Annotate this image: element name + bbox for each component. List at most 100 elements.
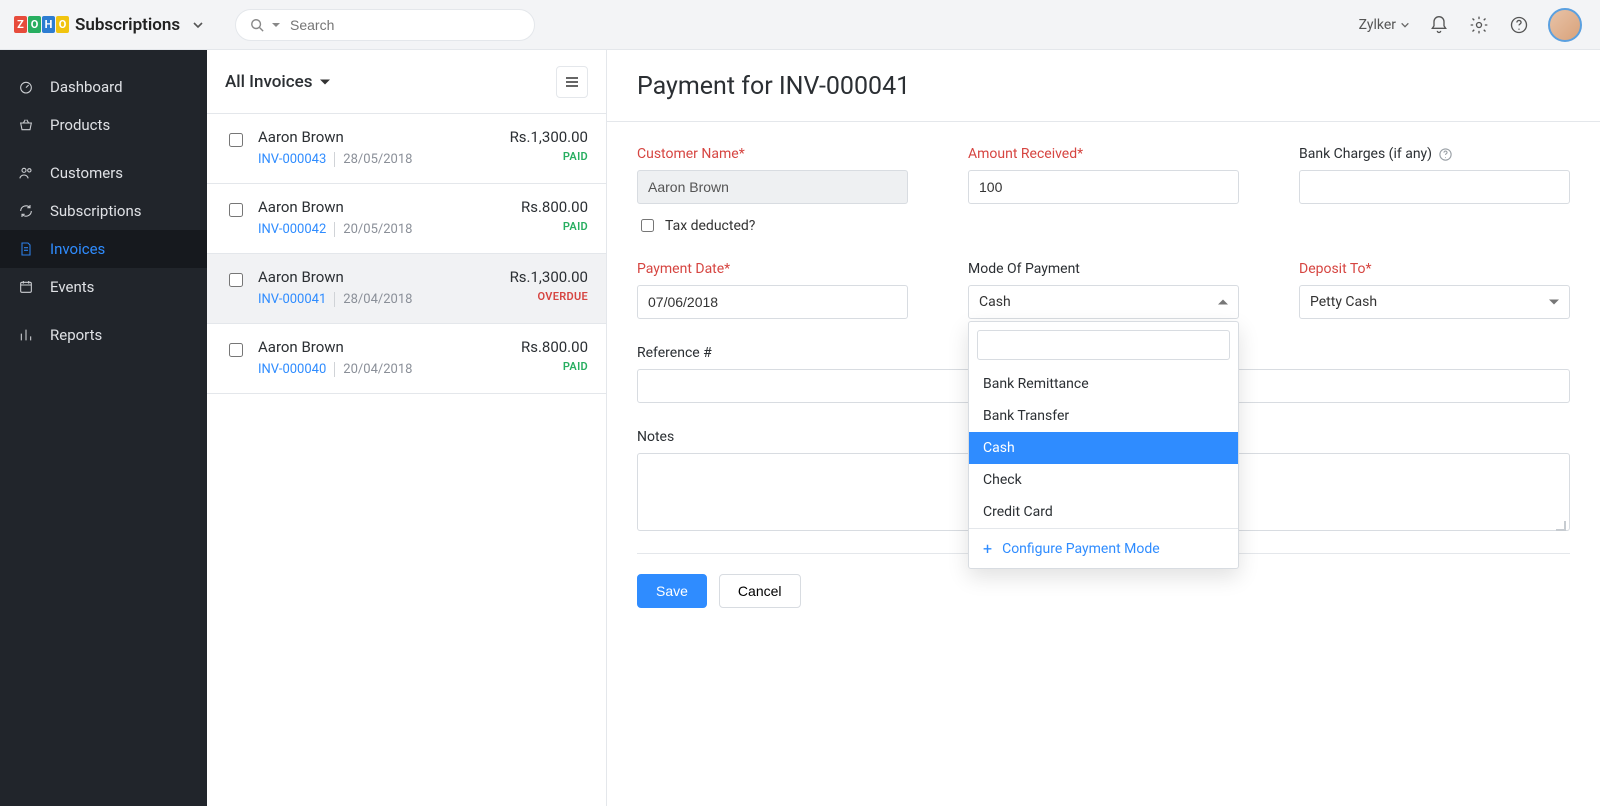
sidebar-item-events[interactable]: Events [0, 268, 207, 306]
sidebar-item-label: Products [50, 116, 110, 134]
mode-option[interactable]: Bank Transfer [969, 400, 1238, 432]
mode-option[interactable]: Cash [969, 432, 1238, 464]
refresh-icon [18, 203, 36, 219]
org-name: Zylker [1359, 17, 1396, 33]
mode-dropdown: Bank RemittanceBank TransferCashCheckCre… [968, 321, 1239, 569]
customer-name-input[interactable] [637, 170, 908, 204]
invoice-number-link[interactable]: INV-000042 [258, 222, 335, 237]
configure-payment-mode[interactable]: + Configure Payment Mode [969, 528, 1238, 568]
resize-handle-icon [1556, 521, 1566, 531]
avatar[interactable] [1548, 8, 1582, 42]
basket-icon [18, 117, 36, 133]
sidebar-item-subscriptions[interactable]: Subscriptions [0, 192, 207, 230]
invoice-amount: Rs.800.00 [521, 198, 588, 216]
invoice-row-checkbox[interactable] [229, 133, 243, 147]
sidebar-item-label: Customers [50, 164, 123, 182]
page-title: Payment for INV-000041 [637, 72, 1570, 101]
save-button[interactable]: Save [637, 574, 707, 608]
mode-of-payment-select[interactable]: Cash [968, 285, 1239, 319]
invoice-customer: Aaron Brown [258, 198, 509, 216]
search-icon [250, 18, 264, 32]
label-customer-name: Customer Name* [637, 146, 908, 162]
invoice-filter-dropdown[interactable]: All Invoices [225, 72, 330, 92]
payment-date-input[interactable] [637, 285, 908, 319]
invoice-row[interactable]: Aaron Brown INV-00004328/05/2018 Rs.1,30… [207, 114, 606, 184]
sidebar-item-label: Reports [50, 326, 102, 344]
calendar-icon [18, 279, 36, 295]
sidebar-item-label: Subscriptions [50, 202, 141, 220]
invoice-customer: Aaron Brown [258, 338, 509, 356]
invoice-number-link[interactable]: INV-000043 [258, 152, 335, 167]
list-title: All Invoices [225, 72, 312, 92]
mode-option[interactable]: Check [969, 464, 1238, 496]
invoice-number-link[interactable]: INV-000040 [258, 362, 335, 377]
sidebar-item-invoices[interactable]: Invoices [0, 230, 207, 268]
caret-up-icon [1218, 297, 1228, 307]
cancel-button[interactable]: Cancel [719, 574, 801, 608]
help-icon[interactable] [1508, 14, 1530, 36]
bank-charges-input[interactable] [1299, 170, 1570, 204]
invoice-row[interactable]: Aaron Brown INV-000042 20/05/2018 Rs.800.… [207, 184, 606, 254]
mode-option[interactable]: Bank Remittance [969, 368, 1238, 400]
invoice-number-link[interactable]: INV-000041 [258, 292, 335, 307]
org-switcher[interactable]: Zylker [1359, 17, 1410, 33]
label-payment-date: Payment Date* [637, 261, 908, 277]
plus-icon: + [983, 539, 992, 558]
chevron-down-icon [1400, 20, 1410, 30]
sidebar-item-products[interactable]: Products [0, 106, 207, 144]
invoice-status: OVERDUE [510, 290, 588, 303]
users-icon [18, 165, 36, 181]
mode-option[interactable]: Credit Card [969, 496, 1238, 528]
deposit-to-select[interactable]: Petty Cash [1299, 285, 1570, 319]
invoice-date: 28/04/2018 [343, 292, 412, 307]
sidebar-item-label: Invoices [50, 240, 105, 258]
invoice-amount: Rs.1,300.00 [510, 268, 588, 286]
global-search[interactable] [235, 9, 535, 41]
gauge-icon [18, 79, 36, 95]
help-icon[interactable] [1438, 147, 1453, 162]
amount-received-input[interactable] [968, 170, 1239, 204]
invoice-date: 20/04/2018 [343, 362, 412, 377]
label-bank-charges: Bank Charges (if any) [1299, 146, 1570, 162]
top-bar: ZOHO Subscriptions Zylker [0, 0, 1600, 50]
brand-switcher[interactable]: ZOHO Subscriptions [0, 0, 207, 50]
label-mode-of-payment: Mode Of Payment [968, 261, 1239, 277]
caret-down-icon [320, 77, 330, 87]
invoice-date: 28/05/2018 [343, 152, 412, 167]
invoice-status: PAID [521, 360, 588, 373]
brand-name: Subscriptions [75, 15, 180, 35]
invoice-row-checkbox[interactable] [229, 273, 243, 287]
tax-deducted-checkbox[interactable] [641, 219, 654, 232]
sidebar-item-label: Events [50, 278, 94, 296]
search-input[interactable] [288, 16, 520, 34]
chevron-down-icon [192, 19, 204, 31]
hamburger-icon [564, 74, 580, 90]
sidebar-item-dashboard[interactable]: Dashboard [0, 68, 207, 106]
caret-down-icon [1549, 297, 1559, 307]
bell-icon[interactable] [1428, 14, 1450, 36]
label-deposit-to: Deposit To* [1299, 261, 1570, 277]
sidebar-item-customers[interactable]: Customers [0, 154, 207, 192]
invoice-customer: Aaron Brown [258, 128, 498, 146]
invoice-customer: Aaron Brown [258, 268, 498, 286]
invoice-status: PAID [521, 220, 588, 233]
invoice-row-checkbox[interactable] [229, 343, 243, 357]
bar-chart-icon [18, 327, 36, 343]
zoho-logo: ZOHO [14, 16, 69, 33]
sidebar-item-reports[interactable]: Reports [0, 316, 207, 354]
invoice-row-checkbox[interactable] [229, 203, 243, 217]
invoice-row[interactable]: Aaron Brown INV-000041 28/04/2018 Rs.1,30… [207, 254, 606, 324]
label-amount-received: Amount Received* [968, 146, 1239, 162]
invoice-status: PAID [510, 150, 588, 163]
file-icon [18, 241, 36, 257]
settings-icon[interactable] [1468, 14, 1490, 36]
invoice-row[interactable]: Aaron Brown INV-000040 20/04/2018 Rs.800.… [207, 324, 606, 394]
invoice-amount: Rs.800.00 [521, 338, 588, 356]
invoice-list-panel: All Invoices Aaron Brown INV-000043 28/05… [207, 50, 607, 806]
sidebar-item-label: Dashboard [50, 78, 123, 96]
list-menu-button[interactable] [556, 66, 588, 98]
label-tax-deducted: Tax deducted? [665, 218, 755, 234]
caret-down-icon [272, 21, 280, 29]
mode-dropdown-search[interactable] [977, 330, 1230, 360]
invoice-date: 20/05/2018 [343, 222, 412, 237]
